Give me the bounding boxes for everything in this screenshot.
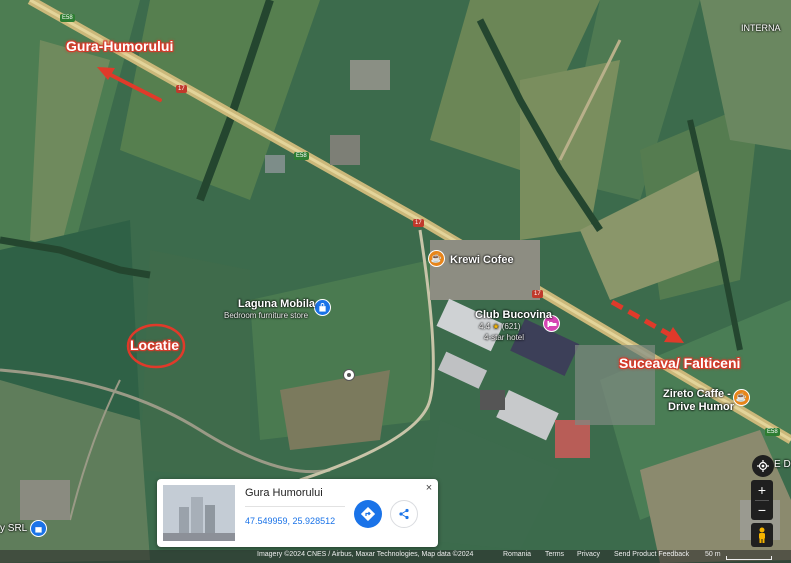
place-title: Gura Humorului <box>245 487 323 499</box>
zoom-controls: + − <box>751 480 773 520</box>
annotation-label-suceava-falticeni: Suceava/ Falticeni <box>619 355 741 371</box>
feedback-link[interactable]: Send Product Feedback <box>614 551 689 558</box>
terms-link[interactable]: Terms <box>545 551 564 558</box>
zoom-in-button[interactable]: + <box>758 481 766 500</box>
scale-label[interactable]: 50 m <box>705 551 721 558</box>
privacy-link[interactable]: Privacy <box>577 551 600 558</box>
pegman-icon <box>759 527 765 543</box>
zoom-out-button[interactable]: − <box>758 501 766 520</box>
place-info-card[interactable]: Gura Humorului 47.549959, 25.928512 × <box>157 479 438 547</box>
directions-button[interactable] <box>354 500 382 528</box>
share-button[interactable] <box>390 500 418 528</box>
scale-bar <box>726 556 772 560</box>
annotation-label-location: Locatie <box>130 337 180 353</box>
pegman-button[interactable] <box>751 523 773 547</box>
imagery-attribution: Imagery ©2024 CNES / Airbus, Maxar Techn… <box>257 551 474 558</box>
divider <box>245 506 345 507</box>
directions-icon <box>361 507 375 521</box>
close-icon[interactable]: × <box>423 482 435 494</box>
share-icon <box>399 508 409 520</box>
crosshair-icon <box>757 460 769 472</box>
attribution-bar: Imagery ©2024 CNES / Airbus, Maxar Techn… <box>0 550 791 563</box>
street-view-thumbnail[interactable] <box>163 485 235 541</box>
annotation-label-gura-humorului: Gura-Humorului <box>66 38 174 54</box>
coordinates-link[interactable]: 47.549959, 25.928512 <box>245 516 335 526</box>
map-view[interactable]: E58 17 E58 17 17 E58 INTERNA E D y SRL ☕… <box>0 0 791 563</box>
my-location-button[interactable] <box>752 455 774 477</box>
region-label: Romania <box>503 551 532 558</box>
